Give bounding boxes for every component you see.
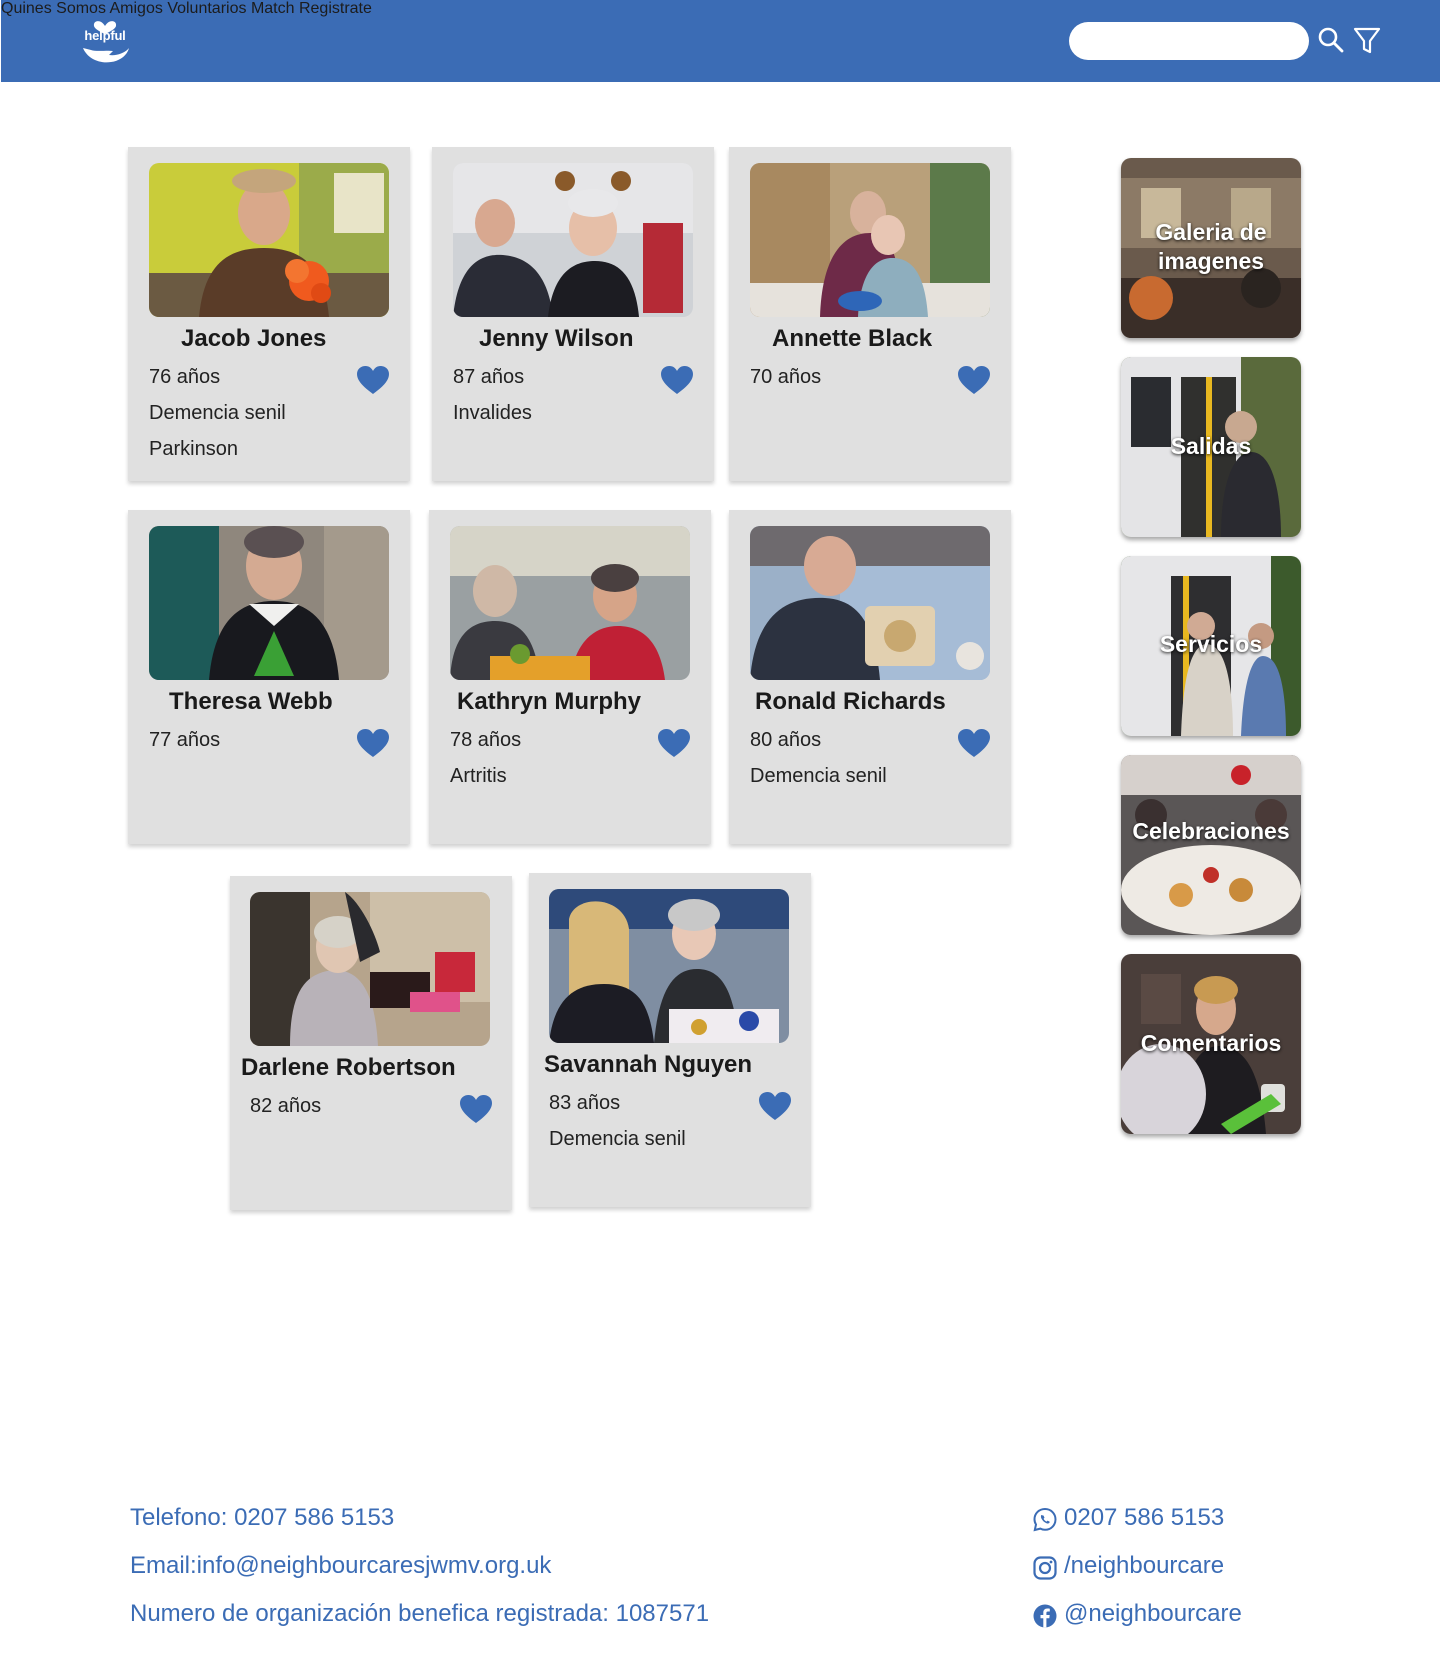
profile-photo <box>750 526 990 680</box>
profile-card-jenny-wilson[interactable]: Jenny Wilson 87 años Invalides <box>432 147 714 481</box>
profile-condition: Artritis <box>450 765 507 787</box>
footer-facebook[interactable]: @neighbourcare <box>1064 1600 1242 1628</box>
instagram-icon[interactable] <box>1032 1555 1058 1581</box>
whatsapp-icon[interactable] <box>1032 1507 1058 1533</box>
profile-card-darlene-robertson[interactable]: Darlene Robertson 82 años <box>230 876 512 1210</box>
category-label-line1: Galeria de <box>1155 219 1267 245</box>
filter-icon[interactable] <box>1353 26 1381 56</box>
nav-registrate[interactable]: Registrate <box>299 0 372 17</box>
profile-name[interactable]: Ronald Richards <box>755 688 946 716</box>
category-label: Salidas <box>1170 433 1252 459</box>
profile-photo <box>149 526 389 680</box>
nav-voluntarios[interactable]: Voluntarios <box>167 0 246 17</box>
heart-icon[interactable] <box>758 1091 792 1121</box>
profile-condition: Demencia senil <box>750 765 887 787</box>
category-galeria-de-imagenes[interactable]: Galeria de imagenes <box>1121 158 1301 338</box>
nav-match[interactable]: Match <box>251 0 295 17</box>
profile-name[interactable]: Darlene Robertson <box>241 1054 456 1082</box>
profile-condition: Demencia senil <box>149 402 286 424</box>
profile-age: 80 años <box>750 729 822 751</box>
heart-icon[interactable] <box>356 365 390 395</box>
profile-age: 76 años <box>149 366 221 388</box>
heart-icon[interactable] <box>459 1094 493 1124</box>
helpful-logo[interactable]: helpful <box>77 14 133 66</box>
category-celebraciones[interactable]: Celebraciones <box>1121 755 1301 935</box>
profile-photo <box>549 889 789 1043</box>
heart-icon[interactable] <box>957 728 991 758</box>
profile-card-theresa-webb[interactable]: Theresa Webb 77 años <box>128 510 410 844</box>
heart-icon[interactable] <box>657 728 691 758</box>
profile-photo <box>453 163 693 317</box>
profile-name[interactable]: Theresa Webb <box>169 688 333 716</box>
footer-instagram[interactable]: /neighbourcare <box>1064 1552 1224 1580</box>
category-comentarios[interactable]: Comentarios <box>1121 954 1301 1134</box>
heart-icon[interactable] <box>660 365 694 395</box>
profile-photo <box>750 163 990 317</box>
profile-card-annette-black[interactable]: Annette Black 70 años <box>729 147 1011 481</box>
profile-card-kathryn-murphy[interactable]: Kathryn Murphy 78 años Artritis <box>429 510 711 844</box>
profile-age: 83 años <box>549 1092 621 1114</box>
profile-age: 78 años <box>450 729 522 751</box>
category-salidas[interactable]: Salidas <box>1121 357 1301 537</box>
profile-condition: Invalides <box>453 402 532 424</box>
footer-charity-number: Numero de organización benefica registra… <box>130 1600 710 1627</box>
profile-photo <box>450 526 690 680</box>
search-icon[interactable] <box>1317 26 1345 54</box>
profile-card-jacob-jones[interactable]: Jacob Jones 76 años Demencia senil Parki… <box>128 147 410 481</box>
profile-name[interactable]: Annette Black <box>772 325 932 353</box>
heart-icon[interactable] <box>957 365 991 395</box>
category-label-line2: imagenes <box>1157 248 1265 274</box>
category-label: Comentarios <box>1140 1030 1282 1056</box>
profile-card-savannah-nguyen[interactable]: Savannah Nguyen 83 años Demencia senil <box>529 873 811 1207</box>
profile-card-ronald-richards[interactable]: Ronald Richards 80 años Demencia senil <box>729 510 1011 844</box>
profile-age: 70 años <box>750 366 822 388</box>
profile-photo <box>250 892 490 1046</box>
heart-icon[interactable] <box>356 728 390 758</box>
category-servicios[interactable]: Servicios <box>1121 556 1301 736</box>
profile-condition: Demencia senil <box>549 1128 686 1150</box>
category-label: Servicios <box>1159 631 1263 657</box>
category-label: Celebraciones <box>1132 818 1290 844</box>
footer-whatsapp[interactable]: 0207 586 5153 <box>1064 1504 1224 1532</box>
footer-email[interactable]: Email:info@neighbourcaresjwmv.org.uk <box>130 1552 551 1580</box>
profile-photo <box>149 163 389 317</box>
profile-name[interactable]: Savannah Nguyen <box>544 1051 752 1079</box>
logo-text: helpful <box>84 28 126 43</box>
footer-phone[interactable]: Telefono: 0207 586 5153 <box>130 1504 394 1532</box>
profile-condition: Parkinson <box>149 438 238 460</box>
profile-age: 82 años <box>250 1095 322 1117</box>
profile-name[interactable]: Jacob Jones <box>181 325 326 353</box>
profile-name[interactable]: Kathryn Murphy <box>457 688 641 716</box>
top-navigation-bar: helpful Quines Somos Amigos Voluntarios … <box>1 0 1440 82</box>
search-input[interactable] <box>1069 22 1309 60</box>
facebook-icon[interactable] <box>1032 1603 1058 1629</box>
profile-age: 77 años <box>149 729 221 751</box>
profile-name[interactable]: Jenny Wilson <box>479 325 633 353</box>
profile-age: 87 años <box>453 366 525 388</box>
category-label: Galeria de imagenes <box>1121 218 1301 276</box>
